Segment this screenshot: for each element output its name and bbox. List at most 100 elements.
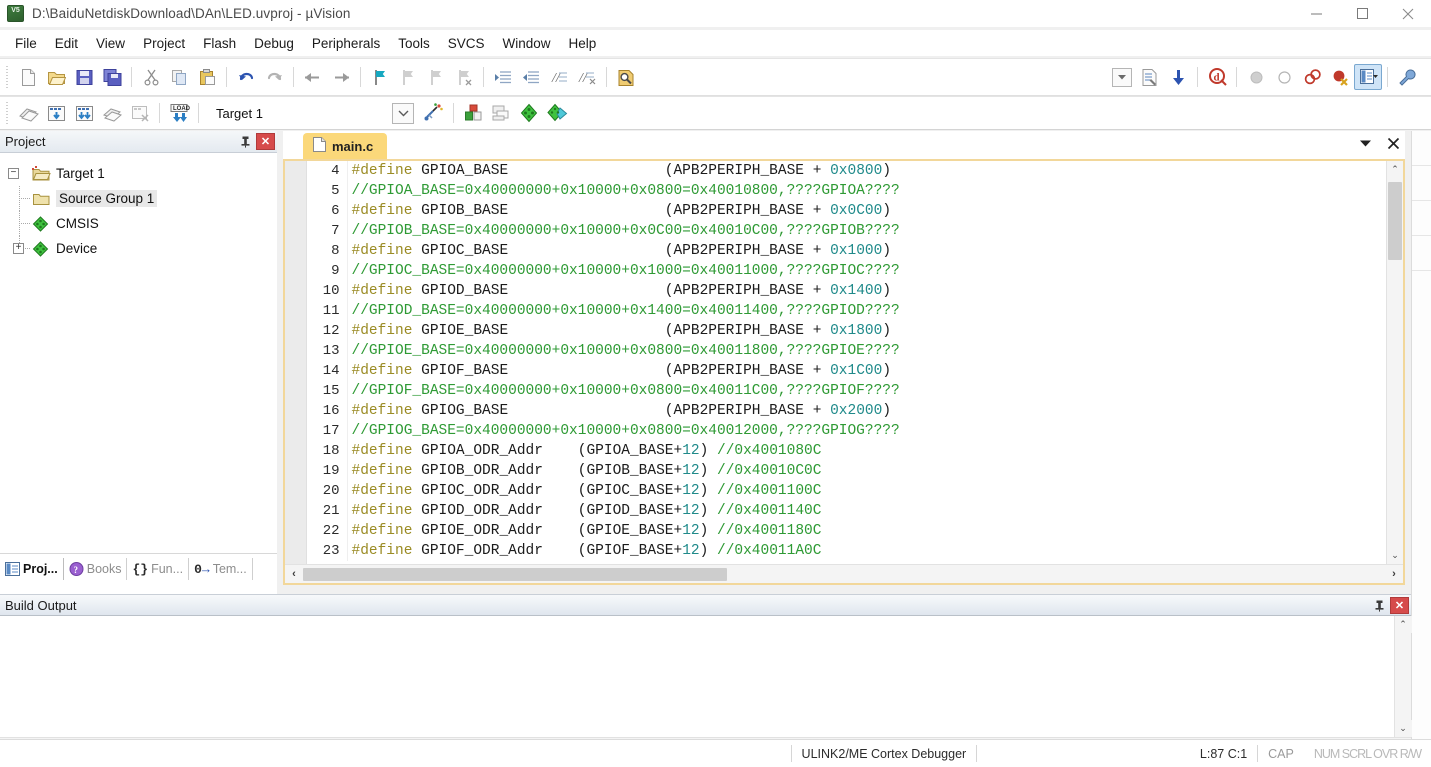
pin-icon[interactable] <box>237 133 254 150</box>
menu-item-edit[interactable]: Edit <box>46 33 87 54</box>
close-button[interactable] <box>1385 0 1431 27</box>
bookmark-toggle-icon[interactable] <box>366 64 394 90</box>
code-line[interactable]: 14 #define GPIOF_BASE (APB2PERIPH_BASE + … <box>285 361 900 381</box>
code-line[interactable]: 4 #define GPIOA_BASE (APB2PERIPH_BASE + 0… <box>285 161 900 181</box>
disable-all-breakpoints-icon[interactable] <box>1326 64 1354 90</box>
horizontal-scroll-thumb[interactable] <box>303 567 727 581</box>
code-line[interactable]: 12 #define GPIOE_BASE (APB2PERIPH_BASE + … <box>285 321 900 341</box>
code-line[interactable]: 17//GPIOG_BASE=0x40000000+0x10000+0x0800… <box>285 421 900 441</box>
target-options-icon[interactable] <box>420 100 448 126</box>
left-tab-books[interactable]: ? Books <box>64 558 128 580</box>
batch-build-icon[interactable] <box>98 100 126 126</box>
code-line[interactable]: 16 #define GPIOG_BASE (APB2PERIPH_BASE + … <box>285 401 900 421</box>
scroll-down-button[interactable]: ⌄ <box>1394 720 1412 737</box>
uncomment-icon[interactable]: // <box>573 64 601 90</box>
editor-vertical-scrollbar[interactable]: ⌃ ⌄ <box>1386 161 1403 564</box>
code-line[interactable]: 6 #define GPIOB_BASE (APB2PERIPH_BASE + 0… <box>285 201 900 221</box>
save-icon[interactable] <box>70 64 98 90</box>
indent-icon[interactable] <box>489 64 517 90</box>
open-file-icon[interactable] <box>42 64 70 90</box>
save-all-icon[interactable] <box>98 64 126 90</box>
scroll-up-button[interactable]: ⌃ <box>1394 616 1412 633</box>
find-in-files-icon[interactable] <box>612 64 640 90</box>
menu-item-project[interactable]: Project <box>134 33 194 54</box>
code-line[interactable]: 7//GPIOB_BASE=0x40000000+0x10000+0x0C00=… <box>285 221 900 241</box>
close-icon[interactable]: ✕ <box>256 133 275 150</box>
code-line[interactable]: 10 #define GPIOD_BASE (APB2PERIPH_BASE + … <box>285 281 900 301</box>
editor-horizontal-scrollbar[interactable]: ‹ › <box>285 564 1403 583</box>
paste-icon[interactable] <box>193 64 221 90</box>
translate-icon[interactable] <box>14 100 42 126</box>
tree-item-source-group-1[interactable]: Source Group 1 <box>6 186 277 211</box>
disable-breakpoint-icon[interactable] <box>1270 64 1298 90</box>
build-vertical-scrollbar[interactable]: ⌃ ⌄ <box>1394 616 1412 737</box>
code-line[interactable]: 23 #define GPIOF_ODR_Addr (GPIOF_BASE+12)… <box>285 541 900 561</box>
tree-item-cmsis[interactable]: CMSIS <box>6 211 277 236</box>
bookmark-prev-icon[interactable] <box>394 64 422 90</box>
menu-item-svcs[interactable]: SVCS <box>439 33 494 54</box>
scroll-right-button[interactable]: › <box>1385 565 1403 583</box>
code-line[interactable]: 8 #define GPIOC_BASE (APB2PERIPH_BASE + 0… <box>285 241 900 261</box>
navigate-back-icon[interactable] <box>299 64 327 90</box>
copy-icon[interactable] <box>165 64 193 90</box>
left-tab-fun[interactable]: {} Fun... <box>127 558 190 580</box>
code-line[interactable]: 22 #define GPIOE_ODR_Addr (GPIOE_BASE+12)… <box>285 521 900 541</box>
code-line[interactable]: 9//GPIOC_BASE=0x40000000+0x10000+0x1000=… <box>285 261 900 281</box>
chevron-down-icon[interactable] <box>1357 135 1373 151</box>
tree-item-device[interactable]: + Device <box>6 236 277 261</box>
menu-item-file[interactable]: File <box>6 33 46 54</box>
toolbar-grip[interactable] <box>4 102 11 124</box>
kill-breakpoints-icon[interactable] <box>1298 64 1326 90</box>
editor-tab-main-c[interactable]: main.c <box>303 133 388 159</box>
bookmark-next-icon[interactable] <box>422 64 450 90</box>
start-debug-icon[interactable]: d <box>1203 64 1231 90</box>
scroll-down-button[interactable]: ⌄ <box>1386 547 1403 564</box>
code-line[interactable]: 13//GPIOE_BASE=0x40000000+0x10000+0x0800… <box>285 341 900 361</box>
target-options-icon[interactable] <box>1136 64 1164 90</box>
build-icon[interactable] <box>42 100 70 126</box>
manage-project-items-icon[interactable] <box>459 100 487 126</box>
redo-icon[interactable] <box>260 64 288 90</box>
scroll-left-button[interactable]: ‹ <box>285 565 303 583</box>
cut-icon[interactable] <box>137 64 165 90</box>
undo-icon[interactable] <box>232 64 260 90</box>
menu-item-debug[interactable]: Debug <box>245 33 303 54</box>
expand-icon[interactable]: + <box>13 243 24 254</box>
menu-item-flash[interactable]: Flash <box>194 33 245 54</box>
menu-item-tools[interactable]: Tools <box>389 33 439 54</box>
comment-icon[interactable]: // <box>545 64 573 90</box>
pack-installer-icon[interactable] <box>515 100 543 126</box>
customize-tools-icon[interactable] <box>1393 64 1421 90</box>
code-line[interactable]: 21 #define GPIOD_ODR_Addr (GPIOD_BASE+12)… <box>285 501 900 521</box>
vertical-scroll-thumb[interactable] <box>1388 182 1402 260</box>
close-icon[interactable]: ✕ <box>1390 596 1409 614</box>
scroll-up-button[interactable]: ⌃ <box>1386 161 1403 178</box>
menu-item-view[interactable]: View <box>87 33 134 54</box>
multi-project-icon[interactable] <box>487 100 515 126</box>
navigate-forward-icon[interactable] <box>327 64 355 90</box>
pin-icon[interactable] <box>1371 597 1388 614</box>
chevron-down-icon[interactable] <box>392 102 414 124</box>
bookmark-clear-icon[interactable] <box>450 64 478 90</box>
insert-breakpoint-icon[interactable] <box>1242 64 1270 90</box>
code-line[interactable]: 18 #define GPIOA_ODR_Addr (GPIOA_BASE+12)… <box>285 441 900 461</box>
left-tab-proj[interactable]: Proj... <box>0 558 64 580</box>
config-combo-icon[interactable] <box>1108 64 1136 90</box>
manage-windows-icon[interactable] <box>1354 64 1382 90</box>
breakpoint-gutter[interactable] <box>285 161 307 564</box>
code-line[interactable]: 19 #define GPIOB_ODR_Addr (GPIOB_BASE+12)… <box>285 461 900 481</box>
code-line[interactable]: 20 #define GPIOC_ODR_Addr (GPIOC_BASE+12)… <box>285 481 900 501</box>
build-output-text[interactable] <box>0 616 1394 737</box>
target-selector[interactable]: Target 1 <box>210 102 390 124</box>
stop-build-icon[interactable] <box>126 100 154 126</box>
code-line[interactable]: 15//GPIOF_BASE=0x40000000+0x10000+0x0800… <box>285 381 900 401</box>
menu-item-peripherals[interactable]: Peripherals <box>303 33 389 54</box>
toolbar-grip[interactable] <box>4 66 11 88</box>
code-viewport[interactable]: 4 #define GPIOA_BASE (APB2PERIPH_BASE + 0… <box>285 161 1386 564</box>
tree-item-target-1[interactable]: − Target 1 <box>6 161 277 186</box>
menu-item-window[interactable]: Window <box>493 33 559 54</box>
new-file-icon[interactable] <box>14 64 42 90</box>
left-tab-tem[interactable]: 0→ Tem... <box>189 558 253 580</box>
collapse-icon[interactable]: − <box>8 168 19 179</box>
menu-item-help[interactable]: Help <box>560 33 606 54</box>
